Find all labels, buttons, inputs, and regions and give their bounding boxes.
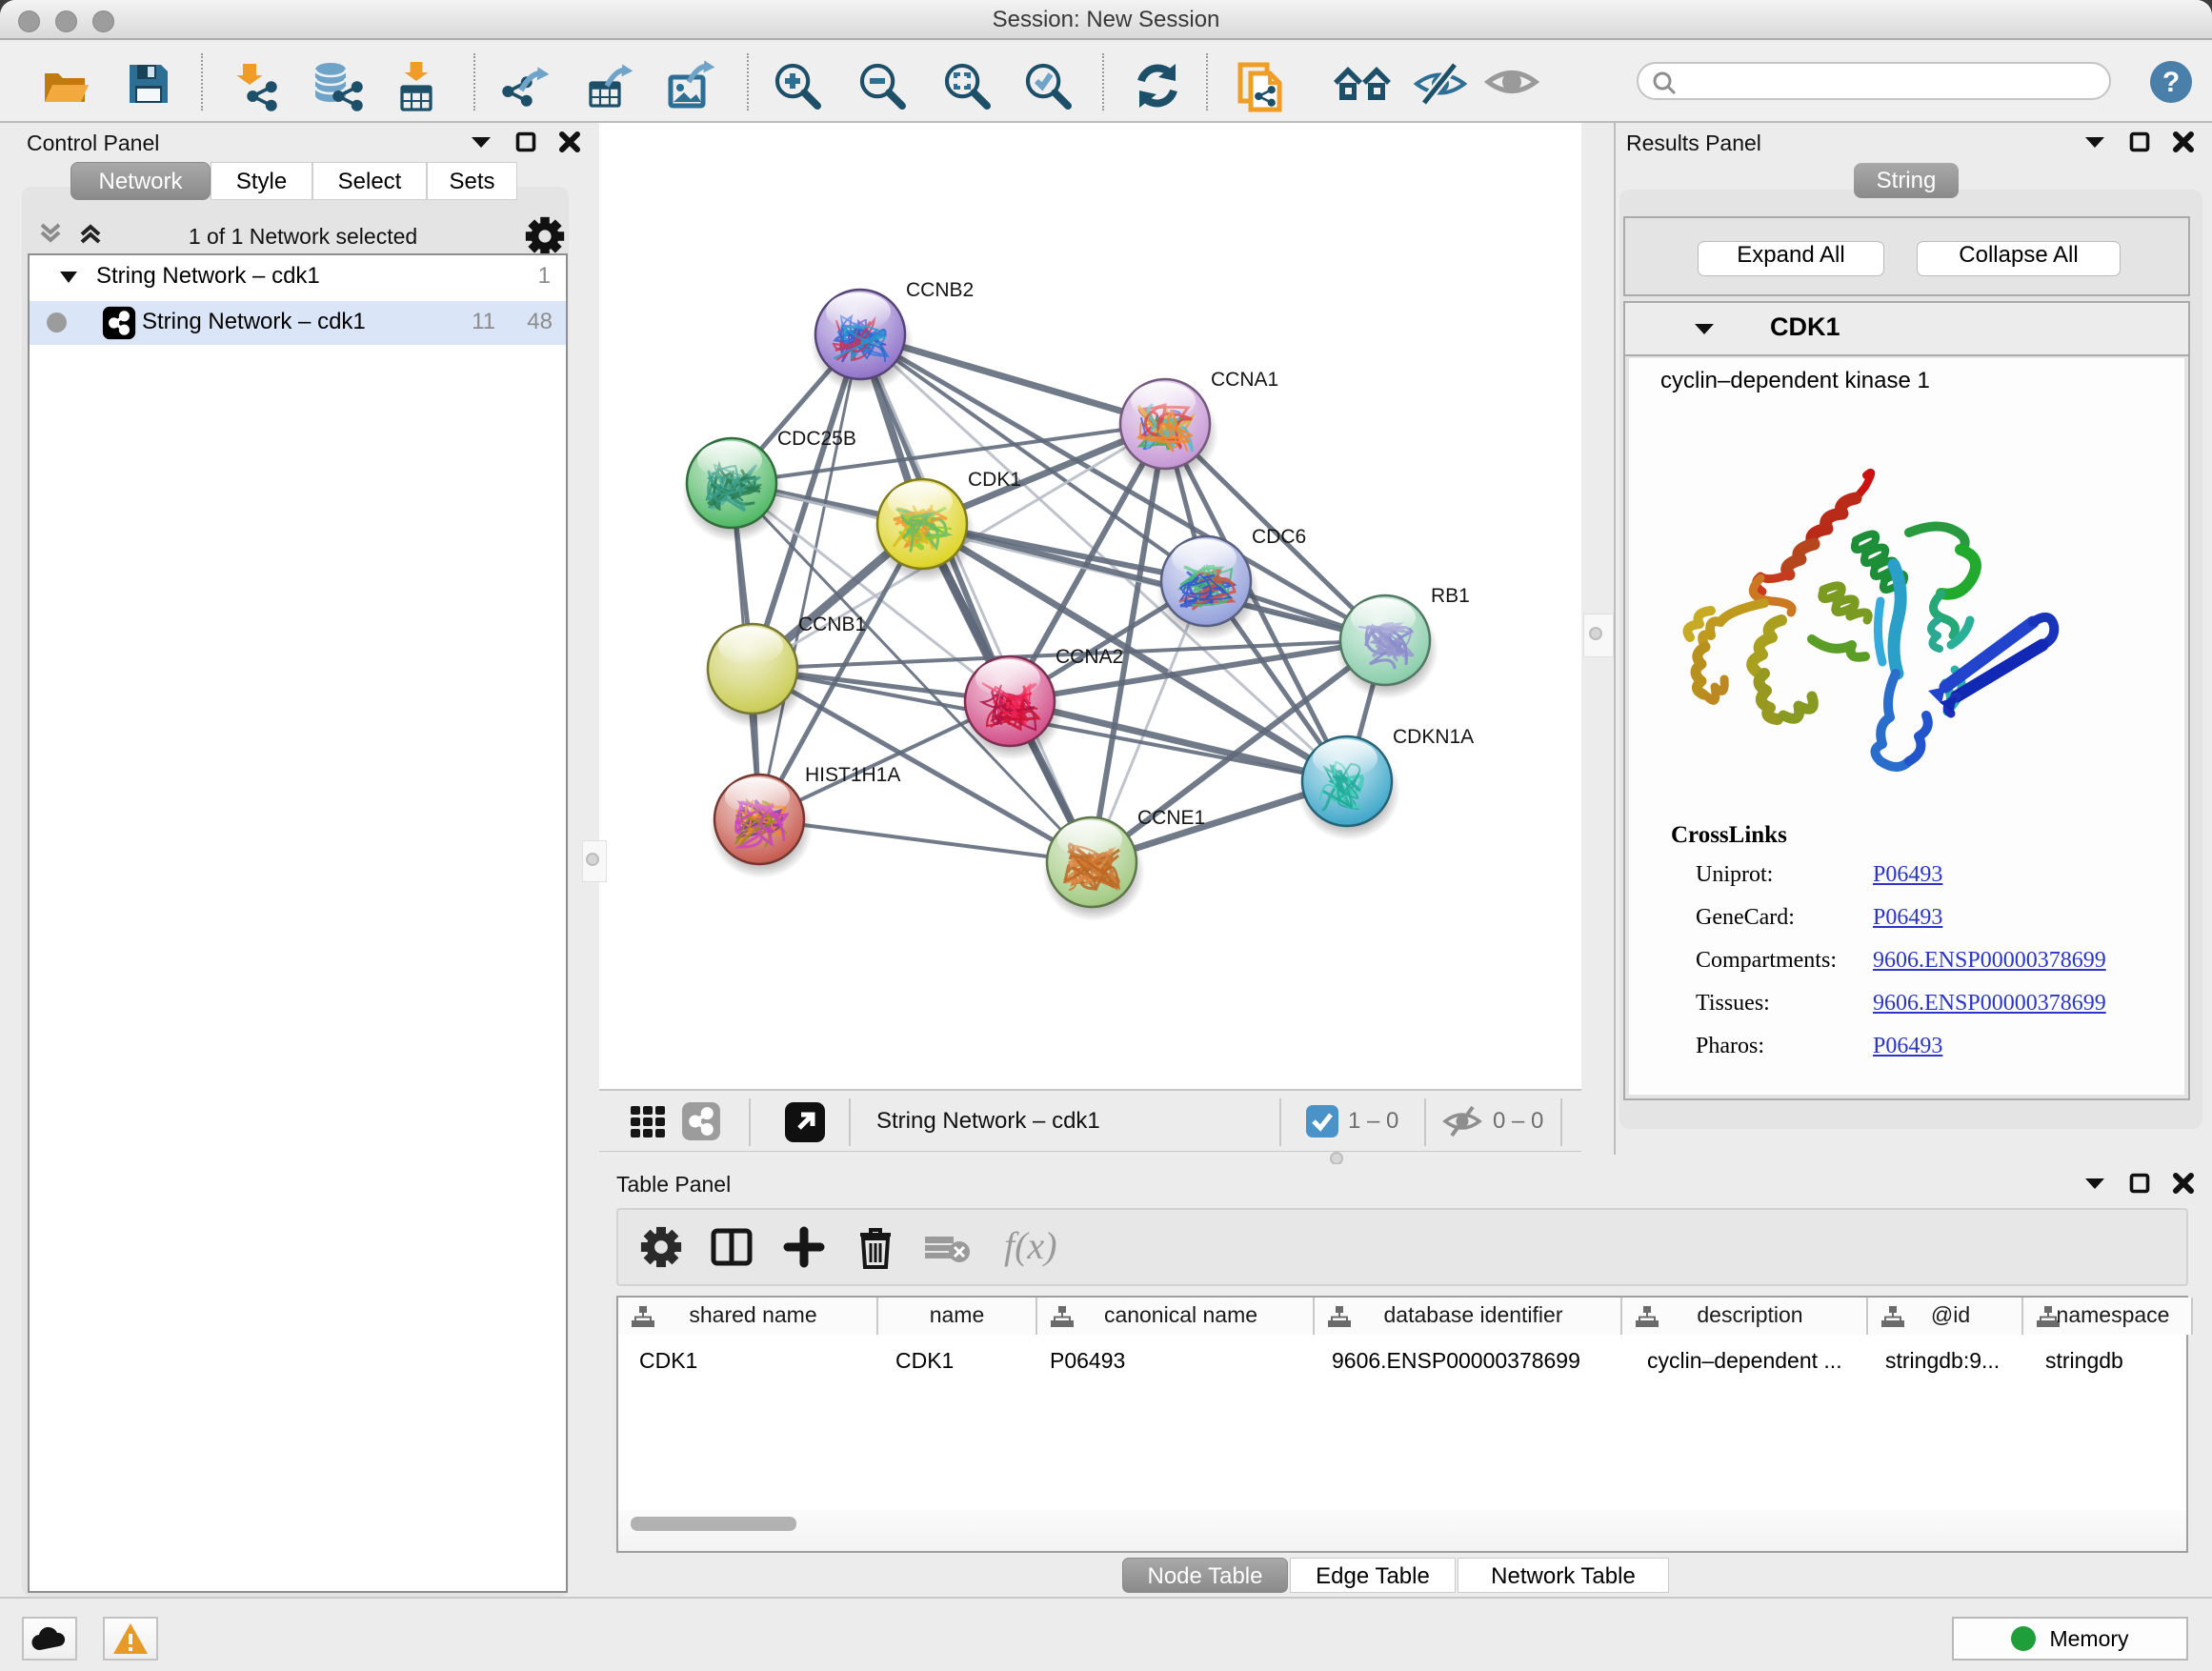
svg-text:CCNB1: CCNB1 <box>798 614 866 635</box>
svg-text:CDC25B: CDC25B <box>777 428 856 450</box>
svg-text:CDC6: CDC6 <box>1252 526 1306 548</box>
svg-text:CCNA1: CCNA1 <box>1211 369 1278 391</box>
svg-text:?: ? <box>2162 67 2180 98</box>
svg-text:CCNA2: CCNA2 <box>1056 646 1123 668</box>
svg-text:CCNB2: CCNB2 <box>906 279 974 301</box>
svg-text:CDK1: CDK1 <box>968 469 1021 491</box>
svg-text:CDKN1A: CDKN1A <box>1393 726 1474 748</box>
svg-text:RB1: RB1 <box>1431 585 1470 607</box>
svg-text:CCNE1: CCNE1 <box>1137 807 1205 829</box>
svg-text:HIST1H1A: HIST1H1A <box>805 764 900 786</box>
